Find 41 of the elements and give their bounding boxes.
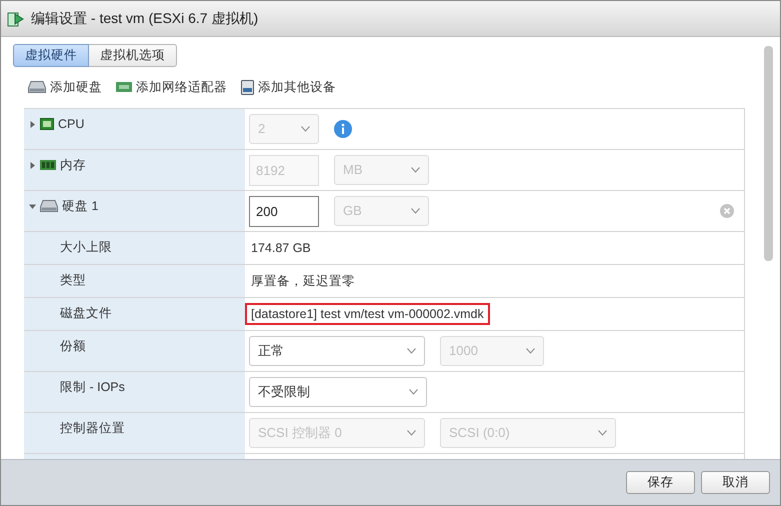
- size-field[interactable]: 200: [249, 196, 319, 227]
- device-label: CPU: [58, 116, 84, 133]
- chip-icon: [40, 118, 54, 130]
- window-title: 编辑设置 - test vm (ESXi 6.7 虚拟机): [31, 9, 258, 28]
- property-value: 174.87 GB: [250, 240, 312, 257]
- property-label: 份额: [59, 338, 86, 355]
- memory-icon: [40, 160, 56, 170]
- toolbar-button[interactable]: 添加其他设备: [241, 78, 336, 97]
- property-value: [datastore1] test vm/test vm-000002.vmdk: [245, 302, 490, 325]
- caret-icon: [301, 126, 310, 132]
- info-icon[interactable]: [334, 120, 352, 138]
- caret-icon: [598, 430, 607, 436]
- property-value: 厚置备，延迟置零: [250, 272, 356, 290]
- device-icon: [241, 80, 254, 95]
- caret-icon: [411, 166, 420, 173]
- property-label: 磁盘文件: [59, 304, 112, 322]
- network-card-icon: [116, 82, 132, 92]
- expanded-arrow-icon[interactable]: [29, 202, 36, 210]
- collapsed-arrow-icon[interactable]: [29, 162, 36, 169]
- dropdown[interactable]: 不受限制: [249, 376, 427, 407]
- toolbar-button[interactable]: 添加硬盘: [28, 78, 102, 97]
- caret-icon: [411, 208, 420, 214]
- toolbar-button[interactable]: 添加网络适配器: [116, 78, 227, 97]
- dropdown[interactable]: 正常: [249, 336, 425, 366]
- dialog-button[interactable]: 取消: [701, 471, 770, 494]
- device-label: 硬盘 1: [62, 198, 98, 215]
- tab[interactable]: 虚拟机选项: [89, 44, 177, 67]
- tab[interactable]: 虚拟硬件: [13, 44, 89, 67]
- caret-icon: [409, 388, 418, 395]
- property-label: 类型: [59, 272, 86, 289]
- caret-icon: [407, 430, 416, 436]
- property-label: 限制 - IOPs: [59, 378, 125, 396]
- caret-icon: [526, 348, 535, 354]
- scrollbar-thumb[interactable]: [764, 46, 772, 261]
- dialog-button[interactable]: 保存: [626, 471, 695, 494]
- property-label: 大小上限: [59, 238, 112, 256]
- window-icon: [7, 10, 25, 28]
- device-label: 内存: [60, 156, 86, 174]
- collapsed-arrow-icon[interactable]: [29, 120, 36, 128]
- property-label: 控制器位置: [59, 420, 125, 437]
- caret-icon: [407, 348, 416, 354]
